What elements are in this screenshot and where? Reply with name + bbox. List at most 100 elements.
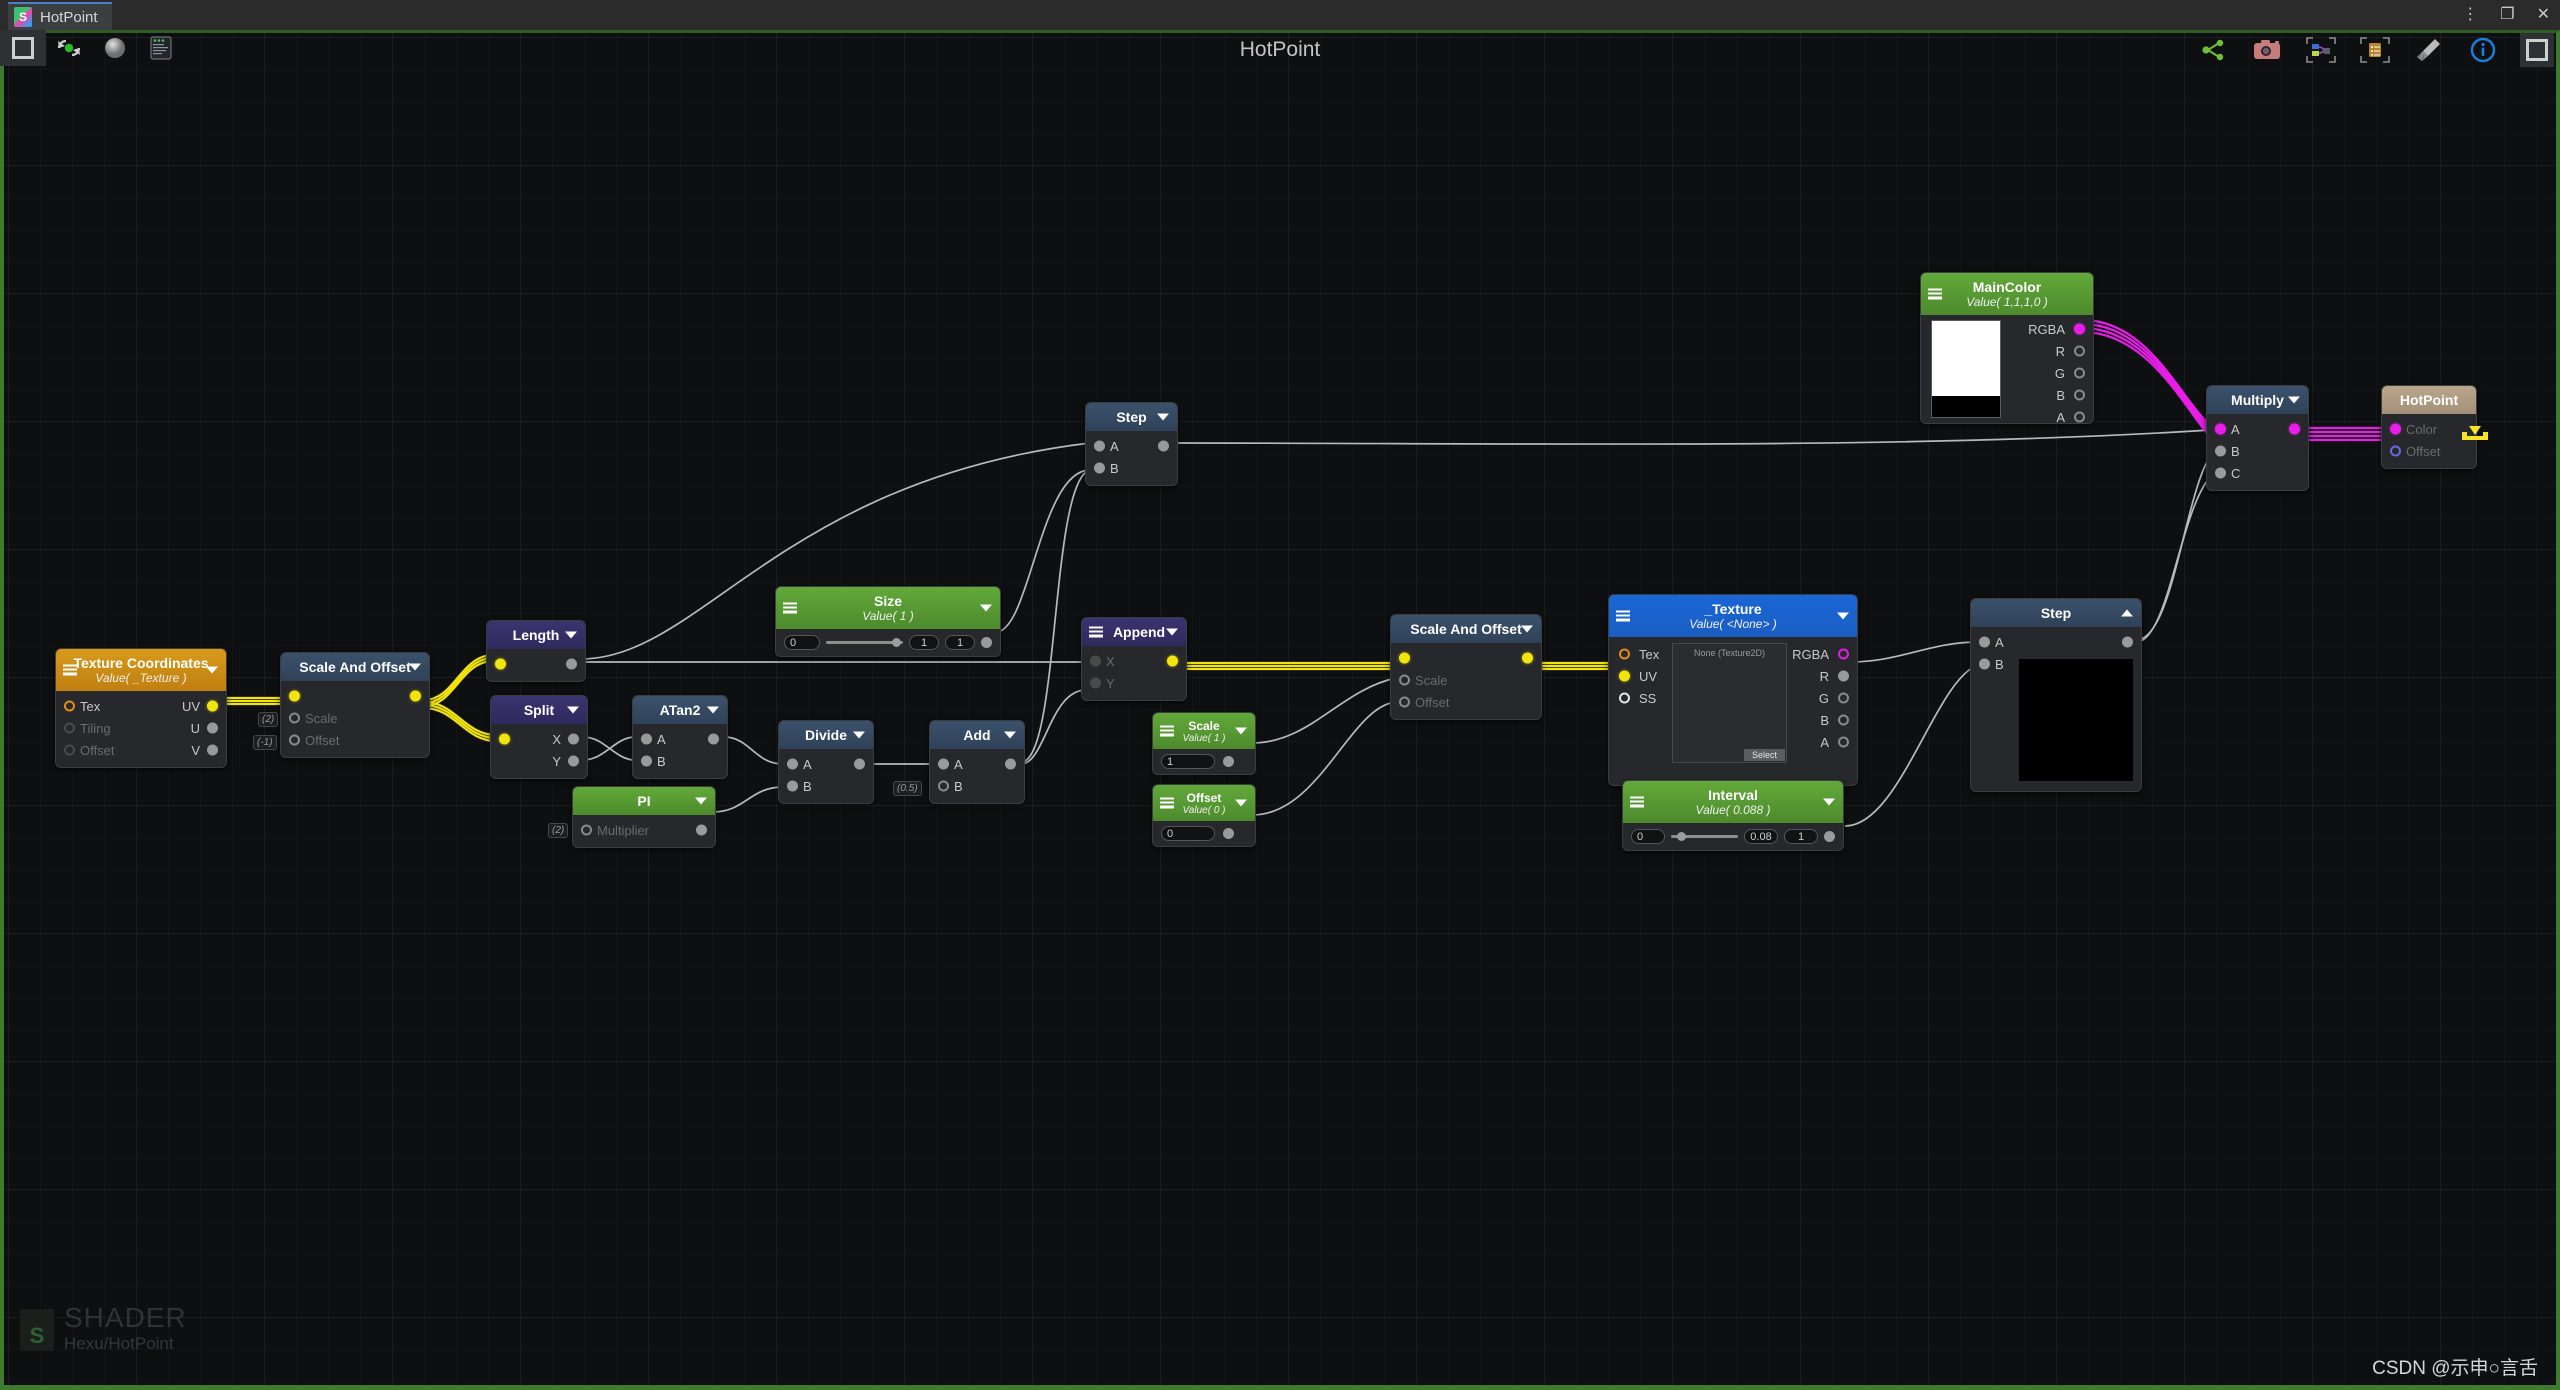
maximize-button[interactable]: [2520, 33, 2554, 67]
node-header[interactable]: Multiply: [2207, 386, 2308, 414]
scale-value-field[interactable]: 1: [1161, 754, 1215, 769]
node-header[interactable]: Length: [487, 621, 585, 649]
input-port[interactable]: [641, 733, 652, 745]
output-port[interactable]: [854, 758, 865, 770]
texture-preview-box[interactable]: None (Texture2D) Select: [1672, 643, 1787, 763]
input-port[interactable]: [1979, 636, 1990, 648]
input-port[interactable]: [938, 758, 949, 770]
node-texture-coordinates[interactable]: Texture Coordinates Value( _Texture ) Te…: [55, 648, 227, 768]
output-port[interactable]: [1838, 736, 1849, 748]
node-pi[interactable]: PI Multiplier: [572, 786, 716, 848]
burger-menu-icon[interactable]: [1160, 797, 1174, 809]
node-header[interactable]: Split: [491, 696, 587, 724]
input-port[interactable]: [495, 658, 506, 670]
output-port[interactable]: [981, 637, 992, 648]
node-header[interactable]: HotPoint: [2382, 386, 2476, 414]
input-port[interactable]: [289, 690, 300, 702]
node-header[interactable]: Add: [930, 721, 1024, 749]
node-header[interactable]: ATan2: [633, 696, 727, 724]
output-port[interactable]: [1005, 758, 1016, 770]
size-value-field[interactable]: 1: [909, 635, 939, 650]
input-port[interactable]: [1619, 648, 1630, 660]
input-port[interactable]: [1619, 692, 1630, 704]
node-multiply[interactable]: Multiply A B C: [2206, 385, 2309, 491]
burger-menu-icon[interactable]: [783, 602, 797, 614]
select-tool[interactable]: [0, 30, 46, 66]
node-add[interactable]: Add A B: [929, 720, 1025, 804]
burger-menu-icon[interactable]: [1616, 610, 1630, 622]
output-port[interactable]: [566, 658, 577, 670]
output-port[interactable]: [2074, 345, 2085, 357]
chevron-down-icon[interactable]: [1235, 799, 1247, 807]
offset-value-field[interactable]: 0: [1161, 826, 1215, 841]
chevron-down-icon[interactable]: [1823, 798, 1835, 806]
interval-value-field[interactable]: 0.08: [1744, 829, 1778, 844]
node-size[interactable]: Size Value( 1 ) 0 1 1: [775, 586, 1001, 657]
output-port[interactable]: [568, 733, 579, 745]
input-port[interactable]: [581, 824, 592, 836]
input-port[interactable]: [787, 780, 798, 792]
node-header[interactable]: MainColor Value( 1,1,1,0 ): [1921, 273, 2093, 315]
input-port[interactable]: [2390, 423, 2401, 435]
chevron-down-icon[interactable]: [707, 706, 719, 714]
size-min-field[interactable]: 0: [784, 635, 820, 650]
output-port[interactable]: [410, 690, 421, 702]
chevron-down-icon[interactable]: [565, 631, 577, 639]
output-port[interactable]: [1522, 652, 1533, 664]
interval-min-field[interactable]: 0: [1631, 829, 1665, 844]
node-scale-and-offset-2[interactable]: Scale And Offset Scale Offset: [1390, 614, 1542, 720]
node-divide[interactable]: Divide A B: [778, 720, 874, 804]
output-port[interactable]: [2289, 423, 2300, 435]
input-port[interactable]: [641, 755, 652, 767]
node-offset[interactable]: Offset Value( 0 ) 0: [1152, 784, 1256, 847]
output-port[interactable]: [207, 722, 218, 734]
input-port[interactable]: [1094, 462, 1105, 474]
node-atan2[interactable]: ATan2 A B: [632, 695, 728, 779]
chevron-down-icon[interactable]: [206, 666, 218, 674]
save-download-icon[interactable]: [2458, 414, 2492, 444]
output-port[interactable]: [1838, 648, 1849, 660]
size-slider[interactable]: [826, 637, 903, 649]
kebab-menu-icon[interactable]: ⋮: [2462, 7, 2478, 23]
slider-knob[interactable]: [1677, 832, 1687, 841]
input-port[interactable]: [289, 734, 300, 746]
chevron-down-icon[interactable]: [1166, 628, 1178, 636]
node-texture[interactable]: _Texture Value( <None> ) Tex UV SS None …: [1608, 594, 1858, 786]
output-port[interactable]: [568, 755, 579, 767]
input-port[interactable]: [1090, 677, 1101, 689]
refresh-tool[interactable]: [46, 30, 92, 66]
input-port[interactable]: [787, 758, 798, 770]
document-tab[interactable]: S HotPoint: [8, 2, 112, 30]
output-port[interactable]: [708, 733, 719, 745]
size-max-field[interactable]: 1: [945, 635, 975, 650]
output-port[interactable]: [2074, 323, 2085, 335]
input-port[interactable]: [499, 733, 510, 745]
code-view-tool[interactable]: [138, 30, 184, 66]
input-port[interactable]: [64, 744, 75, 756]
node-header[interactable]: Scale Value( 1 ): [1153, 713, 1255, 749]
interval-slider[interactable]: [1671, 831, 1738, 843]
screenshot-button[interactable]: [2250, 33, 2284, 67]
output-port[interactable]: [1223, 828, 1234, 839]
output-port[interactable]: [1223, 756, 1234, 767]
node-header[interactable]: PI: [573, 787, 715, 815]
input-port[interactable]: [1399, 674, 1410, 686]
input-port[interactable]: [64, 700, 75, 712]
clean-button[interactable]: [2412, 33, 2446, 67]
input-port[interactable]: [64, 722, 75, 734]
node-header[interactable]: Scale And Offset: [281, 653, 429, 681]
burger-menu-icon[interactable]: [1928, 288, 1942, 300]
node-header[interactable]: Divide: [779, 721, 873, 749]
slider-knob[interactable]: [892, 638, 902, 647]
node-step-preview[interactable]: Step A B: [1970, 598, 2142, 792]
node-header[interactable]: Interval Value( 0.088 ): [1623, 781, 1843, 823]
output-port[interactable]: [2074, 411, 2085, 423]
node-scale-and-offset-1[interactable]: Scale And Offset Scale Offset: [280, 652, 430, 758]
output-port[interactable]: [1838, 714, 1849, 726]
chevron-down-icon[interactable]: [1235, 727, 1247, 735]
input-port[interactable]: [2215, 467, 2226, 479]
chevron-down-icon[interactable]: [2288, 396, 2300, 404]
input-port[interactable]: [1619, 670, 1630, 682]
chevron-down-icon[interactable]: [853, 731, 865, 739]
chevron-down-icon[interactable]: [409, 663, 421, 671]
